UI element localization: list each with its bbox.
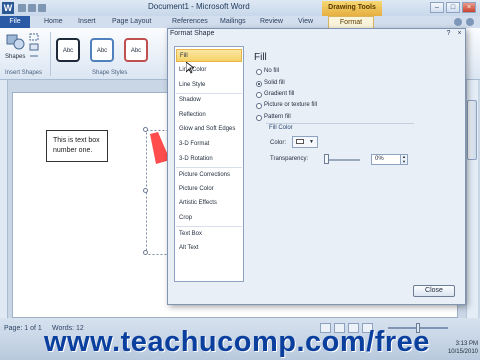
category-artistic-effects[interactable]: Artistic Effects (176, 197, 242, 210)
shape-style-blue[interactable]: Abc (90, 38, 114, 62)
category-fill[interactable]: Fill (176, 49, 242, 62)
transparency-slider-thumb[interactable] (324, 154, 329, 164)
category-text-box[interactable]: Text Box (176, 228, 242, 241)
transparency-input[interactable]: 0% (371, 154, 401, 165)
dialog-help-button[interactable]: ? (444, 30, 453, 39)
shapes-label[interactable]: Shapes (5, 54, 25, 60)
category-glow-soft-edges[interactable]: Glow and Soft Edges (176, 123, 242, 136)
category-picture-color[interactable]: Picture Color (176, 183, 242, 196)
watermark-text: www.teachucomp.com/free (44, 326, 430, 358)
word-app-icon[interactable]: W (2, 2, 14, 14)
shape-styles-group-label: Shape Styles (92, 70, 128, 76)
no-fill-radio[interactable] (256, 69, 262, 75)
category-3d-format[interactable]: 3-D Format (176, 138, 242, 151)
save-icon[interactable] (18, 4, 26, 12)
undo-icon[interactable] (28, 4, 36, 12)
clock-time: 3:13 PM (455, 341, 478, 347)
close-window-button[interactable]: × (462, 2, 476, 13)
color-label: Color: (270, 140, 287, 146)
category-reflection[interactable]: Reflection (176, 109, 242, 122)
transparency-spinner[interactable]: ▲ ▼ (400, 154, 408, 165)
clock-date: 10/15/2010 (447, 349, 478, 355)
transparency-label: Transparency: (270, 156, 309, 162)
resize-handle[interactable] (143, 250, 148, 255)
tab-insert[interactable]: Insert (78, 16, 96, 28)
pattern-fill-label[interactable]: Pattern fill (264, 114, 291, 120)
shape-style-black[interactable]: Abc (56, 38, 80, 62)
chevron-down-icon: ▼ (309, 139, 314, 145)
tab-view[interactable]: View (298, 16, 313, 28)
group-divider (50, 32, 51, 76)
shape-style-red[interactable]: Abc (124, 38, 148, 62)
resize-handle[interactable] (143, 188, 148, 193)
tab-format[interactable]: Format (328, 16, 374, 28)
tab-page-layout[interactable]: Page Layout (112, 16, 151, 28)
scrollbar-thumb[interactable] (467, 100, 477, 160)
transparency-slider-track[interactable] (326, 159, 360, 161)
category-picture-corrections[interactable]: Picture Corrections (176, 169, 242, 182)
window-title: Document1 - Microsoft Word (148, 2, 250, 11)
tab-references[interactable]: References (172, 16, 208, 28)
close-button[interactable]: Close (413, 285, 455, 297)
picture-texture-fill-label[interactable]: Picture or texture fill (264, 102, 317, 108)
solid-fill-radio[interactable] (256, 81, 262, 87)
category-line-style[interactable]: Line Style (176, 79, 242, 92)
shapes-icon[interactable] (6, 32, 26, 52)
text-box-one[interactable]: This is text box number one. (46, 130, 108, 162)
picture-texture-fill-radio[interactable] (256, 103, 262, 109)
solid-fill-label[interactable]: Solid fill (264, 80, 285, 86)
gradient-fill-label[interactable]: Gradient fill (264, 91, 294, 97)
tab-file[interactable]: File (0, 16, 30, 28)
taskbar-clock: 3:13 PM 10/15/2010 (430, 340, 478, 356)
category-alt-text[interactable]: Alt Text (176, 242, 242, 255)
fill-color-heading: Fill Color (269, 125, 293, 131)
gradient-fill-radio[interactable] (256, 92, 262, 98)
paint-bucket-icon (296, 139, 304, 144)
page-count[interactable]: Page: 1 of 1 (4, 325, 42, 332)
resize-handle[interactable] (143, 127, 148, 132)
dialog-close-x-button[interactable]: × (455, 30, 464, 39)
mouse-pointer-icon (186, 62, 194, 74)
minimize-button[interactable]: – (430, 2, 444, 13)
dialog-title: Format Shape (170, 30, 215, 37)
fill-panel-title: Fill (254, 52, 267, 63)
category-3d-rotation[interactable]: 3-D Rotation (176, 153, 242, 166)
minimize-ribbon-icon[interactable] (454, 18, 462, 26)
tab-review[interactable]: Review (260, 16, 283, 28)
spin-down-icon[interactable]: ▼ (402, 159, 406, 164)
tab-mailings[interactable]: Mailings (220, 16, 246, 28)
maximize-button[interactable]: □ (446, 2, 460, 13)
tab-home[interactable]: Home (44, 16, 63, 28)
color-dropdown-button[interactable]: ▼ (292, 136, 318, 148)
category-shadow[interactable]: Shadow (176, 94, 242, 107)
redo-icon[interactable] (38, 4, 46, 12)
no-fill-label[interactable]: No fill (264, 68, 279, 74)
insert-shapes-group-label: Insert Shapes (5, 70, 43, 76)
help-icon[interactable] (466, 18, 474, 26)
pattern-fill-radio[interactable] (256, 115, 262, 121)
edit-shape-icons[interactable] (28, 32, 42, 62)
category-crop[interactable]: Crop (176, 212, 242, 225)
vertical-ruler (0, 80, 8, 318)
